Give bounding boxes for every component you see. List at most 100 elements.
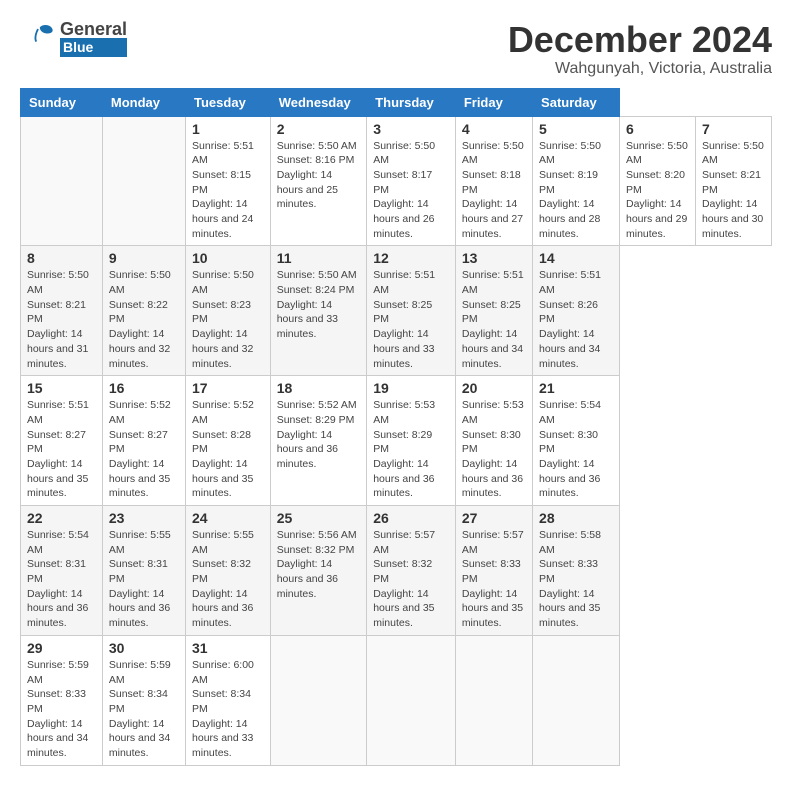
day-number: 10 xyxy=(192,250,264,266)
calendar-cell: 21Sunrise: 5:54 AMSunset: 8:30 PMDayligh… xyxy=(533,376,620,506)
day-info: Sunrise: 5:50 AMSunset: 8:22 PMDaylight:… xyxy=(109,268,179,371)
day-info: Sunrise: 5:51 AMSunset: 8:25 PMDaylight:… xyxy=(462,268,526,371)
day-number: 1 xyxy=(192,121,264,137)
calendar-body: 1 Sunrise: 5:51 AMSunset: 8:15 PMDaylight… xyxy=(21,116,772,765)
day-info: Sunrise: 5:50 AMSunset: 8:18 PMDaylight:… xyxy=(462,139,526,242)
calendar-cell xyxy=(102,116,185,246)
calendar-cell xyxy=(270,635,367,765)
day-number: 12 xyxy=(373,250,449,266)
day-info: Sunrise: 5:50 AMSunset: 8:19 PMDaylight:… xyxy=(539,139,613,242)
header-cell-friday: Friday xyxy=(455,88,532,116)
day-number: 24 xyxy=(192,510,264,526)
calendar-cell: 31 Sunrise: 6:00 AMSunset: 8:34 PMDayligh… xyxy=(186,635,271,765)
calendar-cell: 10 Sunrise: 5:50 AMSunset: 8:23 PMDayligh… xyxy=(186,246,271,376)
logo: General Blue xyxy=(20,20,127,57)
day-number: 31 xyxy=(192,640,264,656)
week-row: 22 Sunrise: 5:54 AMSunset: 8:31 PMDayligh… xyxy=(21,506,772,636)
day-number: 30 xyxy=(109,640,179,656)
calendar-cell: 8 Sunrise: 5:50 AMSunset: 8:21 PMDaylight… xyxy=(21,246,103,376)
calendar-cell: 11Sunrise: 5:50 AMSunset: 8:24 PMDayligh… xyxy=(270,246,367,376)
calendar-cell: 2 Sunrise: 5:50 AMSunset: 8:16 PMDaylight… xyxy=(270,116,367,246)
calendar-cell xyxy=(21,116,103,246)
calendar-cell: 23 Sunrise: 5:55 AMSunset: 8:31 PMDayligh… xyxy=(102,506,185,636)
logo-general-text: General xyxy=(60,20,127,38)
week-row: 1 Sunrise: 5:51 AMSunset: 8:15 PMDaylight… xyxy=(21,116,772,246)
calendar-cell: 16Sunrise: 5:52 AMSunset: 8:27 PMDayligh… xyxy=(102,376,185,506)
calendar-cell: 6 Sunrise: 5:50 AMSunset: 8:20 PMDaylight… xyxy=(619,116,695,246)
calendar-cell: 29Sunrise: 5:59 AMSunset: 8:33 PMDayligh… xyxy=(21,635,103,765)
day-number: 20 xyxy=(462,380,526,396)
calendar-cell: 15 Sunrise: 5:51 AMSunset: 8:27 PMDayligh… xyxy=(21,376,103,506)
day-info: Sunrise: 5:58 AMSunset: 8:33 PMDaylight:… xyxy=(539,528,613,631)
day-number: 7 xyxy=(702,121,765,137)
day-info: Sunrise: 5:50 AMSunset: 8:23 PMDaylight:… xyxy=(192,268,264,371)
day-number: 29 xyxy=(27,640,96,656)
logo-icon xyxy=(20,20,56,56)
header-cell-tuesday: Tuesday xyxy=(186,88,271,116)
day-info: Sunrise: 6:00 AMSunset: 8:34 PMDaylight:… xyxy=(192,658,264,761)
header-row: SundayMondayTuesdayWednesdayThursdayFrid… xyxy=(21,88,772,116)
calendar-cell: 13 Sunrise: 5:51 AMSunset: 8:25 PMDayligh… xyxy=(455,246,532,376)
day-info: Sunrise: 5:55 AMSunset: 8:31 PMDaylight:… xyxy=(109,528,179,631)
day-info: Sunrise: 5:52 AMSunset: 8:29 PMDaylight:… xyxy=(277,398,361,471)
day-number: 26 xyxy=(373,510,449,526)
week-row: 29Sunrise: 5:59 AMSunset: 8:33 PMDayligh… xyxy=(21,635,772,765)
day-info: Sunrise: 5:57 AMSunset: 8:32 PMDaylight:… xyxy=(373,528,449,631)
day-number: 18 xyxy=(277,380,361,396)
calendar-cell: 20 Sunrise: 5:53 AMSunset: 8:30 PMDayligh… xyxy=(455,376,532,506)
location-text: Wahgunyah, Victoria, Australia xyxy=(508,60,772,78)
day-number: 13 xyxy=(462,250,526,266)
month-title: December 2024 xyxy=(508,20,772,60)
calendar-cell: 3 Sunrise: 5:50 AMSunset: 8:17 PMDaylight… xyxy=(367,116,456,246)
calendar-cell: 7Sunrise: 5:50 AMSunset: 8:21 PMDaylight… xyxy=(695,116,771,246)
day-number: 3 xyxy=(373,121,449,137)
day-number: 2 xyxy=(277,121,361,137)
day-info: Sunrise: 5:53 AMSunset: 8:29 PMDaylight:… xyxy=(373,398,449,501)
calendar-cell: 27Sunrise: 5:57 AMSunset: 8:33 PMDayligh… xyxy=(455,506,532,636)
day-info: Sunrise: 5:52 AMSunset: 8:28 PMDaylight:… xyxy=(192,398,264,501)
header-cell-monday: Monday xyxy=(102,88,185,116)
day-info: Sunrise: 5:51 AMSunset: 8:15 PMDaylight:… xyxy=(192,139,264,242)
calendar-cell: 28 Sunrise: 5:58 AMSunset: 8:33 PMDayligh… xyxy=(533,506,620,636)
day-number: 27 xyxy=(462,510,526,526)
calendar-cell: 14Sunrise: 5:51 AMSunset: 8:26 PMDayligh… xyxy=(533,246,620,376)
header-cell-wednesday: Wednesday xyxy=(270,88,367,116)
calendar-cell: 1 Sunrise: 5:51 AMSunset: 8:15 PMDaylight… xyxy=(186,116,271,246)
calendar-cell: 4 Sunrise: 5:50 AMSunset: 8:18 PMDaylight… xyxy=(455,116,532,246)
day-number: 15 xyxy=(27,380,96,396)
header-cell-saturday: Saturday xyxy=(533,88,620,116)
calendar-cell: 25Sunrise: 5:56 AMSunset: 8:32 PMDayligh… xyxy=(270,506,367,636)
day-info: Sunrise: 5:53 AMSunset: 8:30 PMDaylight:… xyxy=(462,398,526,501)
day-info: Sunrise: 5:50 AMSunset: 8:16 PMDaylight:… xyxy=(277,139,361,212)
day-number: 16 xyxy=(109,380,179,396)
calendar-table: SundayMondayTuesdayWednesdayThursdayFrid… xyxy=(20,88,772,766)
calendar-cell: 9 Sunrise: 5:50 AMSunset: 8:22 PMDaylight… xyxy=(102,246,185,376)
week-row: 15 Sunrise: 5:51 AMSunset: 8:27 PMDayligh… xyxy=(21,376,772,506)
calendar-cell: 19Sunrise: 5:53 AMSunset: 8:29 PMDayligh… xyxy=(367,376,456,506)
page-header: General Blue December 2024 Wahgunyah, Vi… xyxy=(20,20,772,78)
day-number: 17 xyxy=(192,380,264,396)
day-number: 6 xyxy=(626,121,689,137)
day-info: Sunrise: 5:59 AMSunset: 8:34 PMDaylight:… xyxy=(109,658,179,761)
day-number: 23 xyxy=(109,510,179,526)
logo-text: General Blue xyxy=(60,20,127,57)
calendar-cell: 18 Sunrise: 5:52 AMSunset: 8:29 PMDayligh… xyxy=(270,376,367,506)
day-info: Sunrise: 5:50 AMSunset: 8:17 PMDaylight:… xyxy=(373,139,449,242)
day-info: Sunrise: 5:50 AMSunset: 8:20 PMDaylight:… xyxy=(626,139,689,242)
day-info: Sunrise: 5:54 AMSunset: 8:31 PMDaylight:… xyxy=(27,528,96,631)
calendar-header: SundayMondayTuesdayWednesdayThursdayFrid… xyxy=(21,88,772,116)
day-info: Sunrise: 5:51 AMSunset: 8:27 PMDaylight:… xyxy=(27,398,96,501)
day-number: 28 xyxy=(539,510,613,526)
day-number: 21 xyxy=(539,380,613,396)
day-info: Sunrise: 5:50 AMSunset: 8:21 PMDaylight:… xyxy=(27,268,96,371)
header-cell-thursday: Thursday xyxy=(367,88,456,116)
day-number: 11 xyxy=(277,250,361,266)
day-number: 22 xyxy=(27,510,96,526)
day-number: 9 xyxy=(109,250,179,266)
calendar-cell: 5Sunrise: 5:50 AMSunset: 8:19 PMDaylight… xyxy=(533,116,620,246)
day-number: 4 xyxy=(462,121,526,137)
calendar-cell: 26 Sunrise: 5:57 AMSunset: 8:32 PMDayligh… xyxy=(367,506,456,636)
logo-blue-text: Blue xyxy=(60,38,127,57)
day-number: 8 xyxy=(27,250,96,266)
day-info: Sunrise: 5:51 AMSunset: 8:26 PMDaylight:… xyxy=(539,268,613,371)
